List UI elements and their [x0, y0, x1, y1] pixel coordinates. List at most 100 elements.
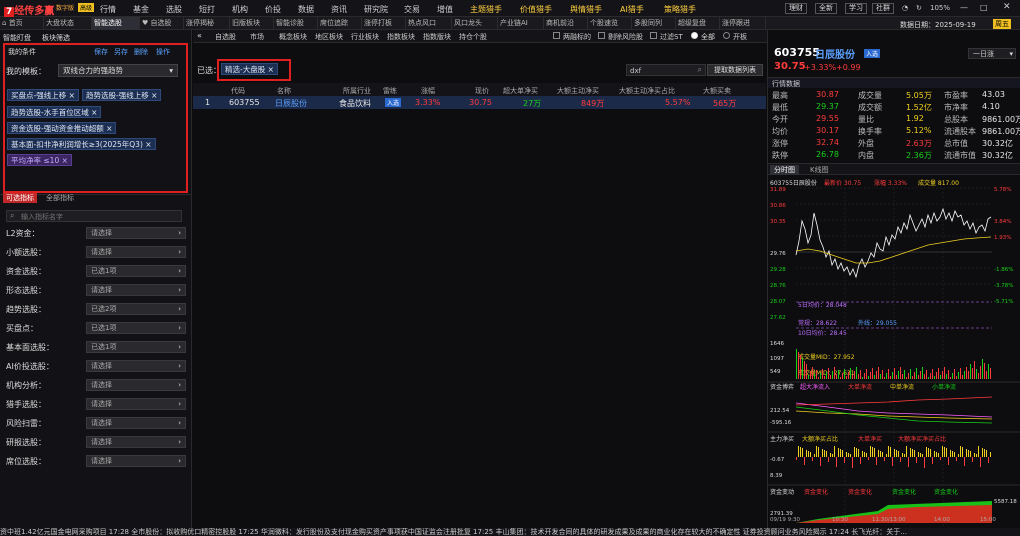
tab-seat-track[interactable]: 席位追踪: [318, 17, 362, 30]
tab-kline[interactable]: K线图: [806, 165, 833, 175]
delete-link[interactable]: 删除: [134, 47, 148, 57]
study-button[interactable]: 学习: [845, 3, 867, 14]
indicator-search[interactable]: ⌕: [6, 210, 182, 222]
export-button[interactable]: 提取数据列表: [707, 64, 763, 76]
cat-industry[interactable]: 行业板块: [351, 32, 379, 42]
filter-select[interactable]: 请选择 ›: [86, 398, 186, 410]
stock-search-input[interactable]: [630, 66, 694, 75]
col-price[interactable]: 现价: [475, 86, 489, 96]
menu-item-strategy-hunter[interactable]: 策略猎手: [664, 4, 696, 15]
table-row[interactable]: 1 603755 日辰股份 食品饮料 入选 3.33% 30.75 27万 84…: [193, 96, 766, 109]
cat-concept[interactable]: 概念板块: [279, 32, 307, 42]
filter-select[interactable]: 请选择 ›: [86, 417, 186, 429]
menu-item-theme-hunter[interactable]: 主题猎手: [470, 4, 502, 15]
tab-intraday[interactable]: 分时图: [770, 165, 799, 175]
exclude-risk-checkbox[interactable]: [598, 32, 605, 39]
menu-item-plus[interactable]: 增值: [437, 4, 453, 15]
new-button[interactable]: 全新: [815, 3, 837, 14]
tab-market-status[interactable]: 大盘状态: [44, 17, 92, 30]
cat-market[interactable]: 市场: [250, 32, 264, 42]
close-icon[interactable]: ×: [268, 65, 274, 74]
stock-name[interactable]: 日辰股份: [815, 46, 855, 61]
close-icon[interactable]: ×: [69, 91, 75, 100]
operate-link[interactable]: 操作: [156, 47, 170, 57]
menu-item-data[interactable]: 数据: [298, 4, 314, 15]
menu-item-value[interactable]: 价投: [265, 4, 281, 15]
two-color-checkbox[interactable]: [553, 32, 560, 39]
close-icon[interactable]: ×: [151, 91, 157, 100]
close-icon[interactable]: ×: [145, 140, 151, 149]
tab-multi-stock[interactable]: 多股同列: [632, 17, 676, 30]
subtab-sector-filter[interactable]: 板块筛选: [42, 33, 70, 43]
tab-stock-glance[interactable]: 个股速览: [588, 17, 632, 30]
cat-region[interactable]: 地区板块: [315, 32, 343, 42]
filter-select[interactable]: 请选择 ›: [86, 284, 186, 296]
filter-select[interactable]: 已选1项 ›: [86, 322, 186, 334]
all-radio[interactable]: [691, 32, 698, 39]
collapse-icon[interactable]: «: [197, 31, 202, 40]
col-ratio[interactable]: 大额主动净买占比: [619, 86, 675, 96]
menu-item-pick[interactable]: 选股: [166, 4, 182, 15]
row-name[interactable]: 日辰股份: [275, 98, 307, 109]
indicator-search-input[interactable]: [21, 212, 171, 221]
tab-leader[interactable]: 风口龙头: [452, 17, 498, 30]
menu-item-ai-hunter[interactable]: AI猎手: [620, 4, 644, 15]
cat-index[interactable]: 指数板块: [387, 32, 415, 42]
menu-item-value-hunter[interactable]: 价值猎手: [520, 4, 552, 15]
tab-limit-board[interactable]: 涨停打板: [362, 17, 406, 30]
tab-all-indicators[interactable]: 全部指标: [46, 193, 74, 203]
menu-item-quote[interactable]: 行情: [100, 4, 116, 15]
col-big-trade[interactable]: 大额买卖: [703, 86, 731, 96]
col-super-net[interactable]: 超大单净买: [503, 86, 538, 96]
menu-item-org[interactable]: 机构: [232, 4, 248, 15]
tab-old-sector[interactable]: 旧版板块: [230, 17, 274, 30]
intraday-chart[interactable]: 31.89 30.86 30.35 29.76 29.28 28.76 28.0…: [768, 185, 1020, 528]
close-icon[interactable]: ×: [91, 108, 97, 117]
open-radio[interactable]: [723, 32, 730, 39]
news-ticker[interactable]: 资中班1.42亿元国金电网采购项目 17:28 全市股份：拟收购优口精密控股股 …: [0, 528, 1020, 536]
condition-chip[interactable]: 趋势选股-强线上移 ×: [82, 89, 162, 101]
filter-select[interactable]: 请选择 ›: [86, 360, 186, 372]
tab-available-indicators[interactable]: 可选指标: [3, 193, 37, 203]
tab-limit-follow[interactable]: 涨停跟进: [720, 17, 766, 30]
stock-search[interactable]: ⌕: [626, 64, 706, 76]
save-as-link[interactable]: 另存: [114, 47, 128, 57]
save-link[interactable]: 保存: [94, 47, 108, 57]
template-select[interactable]: 双线合力的强趋势 ▾: [58, 64, 178, 77]
tab-review[interactable]: 超级复盘: [676, 17, 720, 30]
menu-item-opinion-hunter[interactable]: 舆情猎手: [570, 4, 602, 15]
filter-select[interactable]: 已选1项 ›: [86, 265, 186, 277]
filter-select[interactable]: 请选择 ›: [86, 379, 186, 391]
maximize-icon[interactable]: □: [980, 3, 988, 12]
menu-item-trade[interactable]: 交易: [404, 4, 420, 15]
subtab-monitor[interactable]: 智能盯盘: [3, 33, 31, 43]
refresh-icon[interactable]: ↻: [916, 4, 922, 12]
col-change[interactable]: 涨幅: [421, 86, 435, 96]
tab-chain-ai[interactable]: 产业链AI: [498, 17, 544, 30]
filter-select[interactable]: 请选择 ›: [86, 227, 186, 239]
col-industry[interactable]: 所属行业: [343, 86, 371, 96]
filter-select[interactable]: 请选择 ›: [86, 246, 186, 258]
minimize-icon[interactable]: —: [960, 3, 968, 12]
filter-st-checkbox[interactable]: [650, 32, 657, 39]
bell-icon[interactable]: ◔: [902, 4, 908, 12]
filter-select[interactable]: 已选1项 ›: [86, 341, 186, 353]
cat-watchlist[interactable]: 自选股: [215, 32, 236, 42]
tab-limit-up[interactable]: 涨停揭秘: [184, 17, 230, 30]
filter-select[interactable]: 请选择 ›: [86, 455, 186, 467]
menu-item-fund[interactable]: 基金: [133, 4, 149, 15]
tab-diagnose[interactable]: 智能诊股: [274, 17, 318, 30]
tab-opportunity[interactable]: 商机前沿: [544, 17, 588, 30]
tab-hotspot[interactable]: 热点风口: [406, 17, 452, 30]
selected-tag-chip[interactable]: 精选-大盘股 ×: [221, 63, 278, 75]
period-select[interactable]: 一日涨 ▾: [968, 48, 1016, 59]
filter-select[interactable]: 请选择 ›: [86, 436, 186, 448]
tab-watchlist[interactable]: ♥ 自选股: [140, 17, 184, 30]
close-icon[interactable]: ×: [62, 156, 68, 165]
cat-holdings[interactable]: 持仓个股: [459, 32, 487, 42]
condition-chip[interactable]: 基本面-扣非净利润增长≥3(2025年Q3) ×: [7, 138, 156, 150]
tab-home[interactable]: ⌂ 首页: [0, 17, 44, 30]
condition-chip[interactable]: 趋势选股-水手首位区域 ×: [7, 106, 102, 118]
col-big-active[interactable]: 大额主动净买: [557, 86, 599, 96]
close-icon[interactable]: ✕: [1003, 2, 1011, 12]
